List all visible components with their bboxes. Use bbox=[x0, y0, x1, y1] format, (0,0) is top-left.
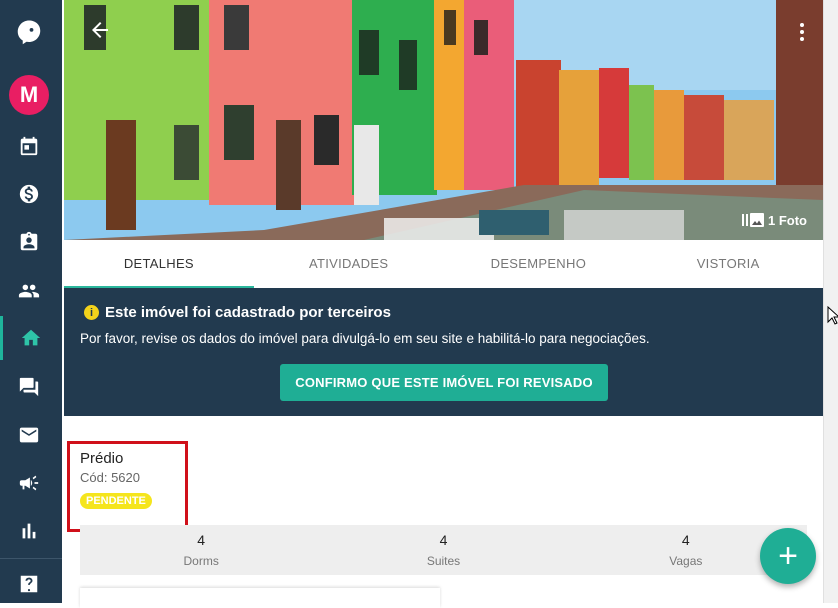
sidebar: M bbox=[0, 0, 62, 603]
help-icon[interactable] bbox=[0, 562, 58, 606]
add-fab-button[interactable]: + bbox=[760, 528, 816, 584]
tab-bar: DETALHES ATIVIDADES DESEMPENHO VISTORIA bbox=[64, 240, 823, 288]
stat-value: 4 bbox=[681, 532, 690, 548]
tab-atividades[interactable]: ATIVIDADES bbox=[254, 240, 444, 288]
stat-dorms: 4 Dorms bbox=[80, 525, 322, 575]
tab-detalhes[interactable]: DETALHES bbox=[64, 240, 254, 288]
chat-icon[interactable] bbox=[0, 365, 58, 409]
window-scrollbar[interactable] bbox=[823, 0, 838, 603]
more-vert-icon[interactable] bbox=[794, 20, 810, 44]
megaphone-icon[interactable] bbox=[0, 461, 58, 505]
people-icon[interactable] bbox=[0, 269, 58, 313]
stat-suites: 4 Suites bbox=[322, 525, 564, 575]
avatar-item[interactable]: M bbox=[0, 73, 58, 117]
confirm-reviewed-button[interactable]: CONFIRMO QUE ESTE IMÓVEL FOI REVISADO bbox=[280, 364, 608, 401]
photo-count[interactable]: 1 Foto bbox=[742, 210, 807, 230]
banner-title-text: Este imóvel foi cadastrado por terceiros bbox=[105, 304, 391, 321]
info-icon: i bbox=[84, 305, 99, 320]
stat-label: Vagas bbox=[669, 554, 703, 568]
next-card bbox=[80, 588, 440, 608]
sidebar-divider bbox=[0, 558, 62, 559]
tab-vistoria[interactable]: VISTORIA bbox=[633, 240, 823, 288]
photo-library-icon bbox=[742, 213, 764, 227]
bar-chart-icon[interactable] bbox=[0, 509, 58, 553]
logo-icon[interactable] bbox=[0, 11, 58, 55]
avatar: M bbox=[9, 75, 49, 115]
stat-label: Dorms bbox=[183, 554, 219, 568]
home-icon[interactable] bbox=[0, 316, 58, 360]
property-stats: 4 Dorms 4 Suites 4 Vagas bbox=[80, 525, 807, 575]
dollar-icon[interactable] bbox=[0, 172, 58, 216]
highlight-box bbox=[67, 441, 188, 532]
property-photo[interactable]: 1 Foto bbox=[64, 0, 823, 240]
stat-value: 4 bbox=[439, 532, 448, 548]
photo-count-label: 1 Foto bbox=[768, 212, 807, 228]
tab-desempenho[interactable]: DESEMPENHO bbox=[444, 240, 634, 288]
mail-icon[interactable] bbox=[0, 413, 58, 457]
back-arrow-icon[interactable] bbox=[88, 18, 112, 42]
review-banner: i Este imóvel foi cadastrado por terceir… bbox=[64, 288, 823, 416]
clipboard-user-icon[interactable] bbox=[0, 220, 58, 264]
mouse-cursor-icon bbox=[827, 305, 838, 326]
banner-message: Por favor, revise os dados do imóvel par… bbox=[80, 331, 650, 346]
stat-label: Suites bbox=[426, 554, 461, 568]
banner-title: i Este imóvel foi cadastrado por terceir… bbox=[84, 304, 391, 321]
calendar-icon[interactable] bbox=[0, 124, 58, 168]
stat-value: 4 bbox=[197, 532, 206, 548]
